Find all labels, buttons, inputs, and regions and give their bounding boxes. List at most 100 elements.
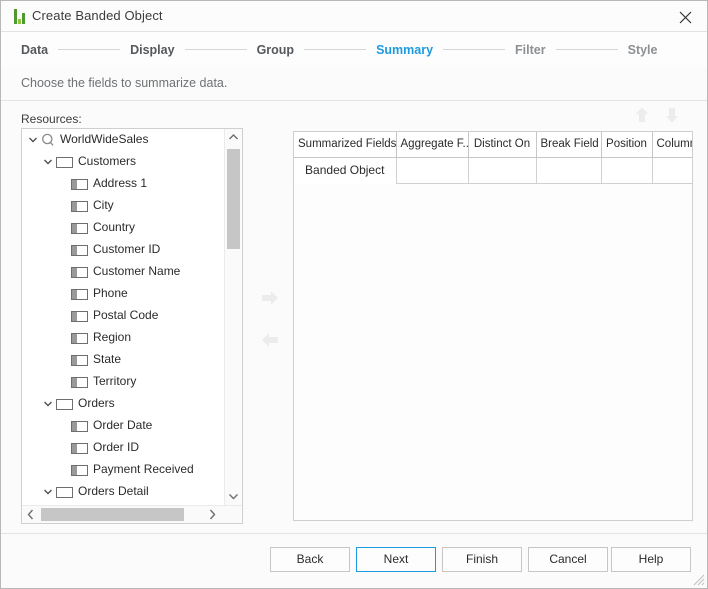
close-icon[interactable] bbox=[663, 1, 707, 31]
wizard-step-data[interactable]: Data bbox=[21, 43, 48, 57]
tree-item-label: Customers bbox=[78, 154, 136, 168]
tree-item[interactable]: Orders Detail bbox=[22, 481, 225, 503]
chevron-up-icon[interactable] bbox=[225, 129, 242, 146]
tree-item[interactable]: Postal Code bbox=[22, 305, 225, 327]
tree-item-label: Region bbox=[93, 330, 131, 344]
grid-column-header[interactable]: Break Field bbox=[536, 132, 601, 157]
tree-item[interactable]: State bbox=[22, 349, 225, 371]
reorder-buttons bbox=[630, 104, 692, 128]
resources-tree-panel[interactable]: WorldWideSales Customers Address 1 City Coun… bbox=[21, 128, 243, 524]
back-button[interactable]: Back bbox=[270, 547, 350, 572]
chevron-down-icon[interactable] bbox=[225, 488, 242, 505]
grid-cell[interactable] bbox=[468, 157, 536, 183]
step-connector bbox=[304, 49, 366, 50]
arrow-up-icon[interactable] bbox=[630, 104, 654, 126]
tree-item[interactable]: Address 1 bbox=[22, 173, 225, 195]
step-connector bbox=[185, 49, 247, 50]
field-icon bbox=[71, 289, 88, 300]
tree-hscroll-thumb[interactable] bbox=[41, 508, 184, 521]
arrow-left-icon[interactable] bbox=[256, 326, 284, 354]
grid-cell[interactable] bbox=[536, 157, 601, 183]
field-icon bbox=[71, 245, 88, 256]
tree-item[interactable]: Order ID bbox=[22, 437, 225, 459]
resize-grip[interactable] bbox=[692, 573, 705, 586]
tree-item[interactable]: Customer Name bbox=[22, 261, 225, 283]
tree-item[interactable]: WorldWideSales bbox=[22, 129, 225, 151]
tree-item-label: Country bbox=[93, 220, 135, 234]
next-button[interactable]: Next bbox=[356, 547, 436, 572]
tree-item[interactable]: Customer ID bbox=[22, 239, 225, 261]
chevron-right-icon[interactable] bbox=[204, 506, 221, 523]
chevron-left-icon[interactable] bbox=[22, 506, 39, 523]
wizard-step-display[interactable]: Display bbox=[130, 43, 174, 57]
finish-button[interactable]: Finish bbox=[442, 547, 522, 572]
field-icon bbox=[71, 377, 88, 388]
field-icon bbox=[71, 355, 88, 366]
tree-item[interactable]: Orders bbox=[22, 393, 225, 415]
tree-item[interactable]: Territory bbox=[22, 371, 225, 393]
tree-item[interactable]: Payment Received bbox=[22, 459, 225, 481]
table-icon bbox=[56, 399, 73, 410]
arrow-right-icon[interactable] bbox=[256, 284, 284, 312]
chevron-down-icon[interactable] bbox=[43, 157, 53, 167]
content-area: Resources: WorldWideSales Customers Addres… bbox=[1, 101, 707, 533]
grid-body: Banded Object bbox=[294, 157, 693, 183]
grid-column-header[interactable]: Summarized Fields bbox=[294, 132, 396, 157]
wizard-step-group[interactable]: Group bbox=[257, 43, 295, 57]
grid-cell[interactable] bbox=[601, 157, 652, 183]
resources-label: Resources: bbox=[21, 112, 82, 126]
field-icon bbox=[71, 333, 88, 344]
tree-item[interactable]: Customers bbox=[22, 151, 225, 173]
step-connector bbox=[443, 49, 505, 50]
chevron-down-icon[interactable] bbox=[43, 399, 53, 409]
chevron-down-icon[interactable] bbox=[28, 135, 38, 145]
instruction-text: Choose the fields to summarize data. bbox=[21, 76, 227, 90]
wizard-steps-bar: Data Display Group Summary Filter Style bbox=[1, 32, 707, 67]
grid-cell[interactable] bbox=[652, 157, 693, 183]
field-icon bbox=[71, 421, 88, 432]
window-title: Create Banded Object bbox=[32, 8, 163, 23]
grid-cell[interactable]: Banded Object bbox=[294, 157, 396, 183]
help-button[interactable]: Help bbox=[611, 547, 691, 572]
wizard-steps: Data Display Group Summary Filter Style bbox=[1, 32, 707, 67]
tree-item[interactable]: Country bbox=[22, 217, 225, 239]
tree-vertical-scrollbar[interactable] bbox=[224, 129, 242, 505]
tree-item[interactable]: Order Date bbox=[22, 415, 225, 437]
tree-item-label: Orders bbox=[78, 396, 115, 410]
tree-item-label: Customer ID bbox=[93, 242, 160, 256]
tree-item-label: Customer Name bbox=[93, 264, 180, 278]
chevron-down-icon[interactable] bbox=[43, 487, 53, 497]
tree-item-label: Territory bbox=[93, 374, 136, 388]
bar-chart-icon bbox=[10, 9, 26, 24]
field-icon bbox=[71, 201, 88, 212]
grid-header-row: Summarized FieldsAggregate F...Distinct … bbox=[294, 132, 693, 157]
summarized-fields-panel[interactable]: Summarized FieldsAggregate F...Distinct … bbox=[293, 131, 693, 521]
resources-tree[interactable]: WorldWideSales Customers Address 1 City Coun… bbox=[22, 129, 225, 505]
wizard-step-style[interactable]: Style bbox=[628, 43, 658, 57]
tree-item-label: Address 1 bbox=[93, 176, 147, 190]
field-icon bbox=[71, 267, 88, 278]
title-bar: Create Banded Object bbox=[1, 1, 707, 32]
tree-item-label: WorldWideSales bbox=[60, 132, 148, 146]
tree-item[interactable]: City bbox=[22, 195, 225, 217]
tree-item[interactable]: Region bbox=[22, 327, 225, 349]
tree-vscroll-thumb[interactable] bbox=[227, 149, 240, 249]
tree-horizontal-scrollbar[interactable] bbox=[22, 505, 242, 523]
grid-column-header[interactable]: Position bbox=[601, 132, 652, 157]
tree-item-label: Phone bbox=[93, 286, 128, 300]
transfer-buttons bbox=[256, 284, 284, 354]
field-icon bbox=[71, 311, 88, 322]
field-icon bbox=[71, 223, 88, 234]
tree-item-label: Order ID bbox=[93, 440, 139, 454]
query-icon bbox=[41, 133, 55, 147]
grid-column-header[interactable]: Column bbox=[652, 132, 693, 157]
grid-row[interactable]: Banded Object bbox=[294, 157, 693, 183]
tree-item[interactable]: Phone bbox=[22, 283, 225, 305]
grid-column-header[interactable]: Aggregate F... bbox=[396, 132, 468, 157]
cancel-button[interactable]: Cancel bbox=[528, 547, 608, 572]
grid-cell[interactable] bbox=[396, 157, 468, 183]
wizard-step-filter[interactable]: Filter bbox=[515, 43, 546, 57]
wizard-step-summary[interactable]: Summary bbox=[376, 43, 433, 57]
grid-column-header[interactable]: Distinct On bbox=[468, 132, 536, 157]
arrow-down-icon[interactable] bbox=[660, 104, 684, 126]
